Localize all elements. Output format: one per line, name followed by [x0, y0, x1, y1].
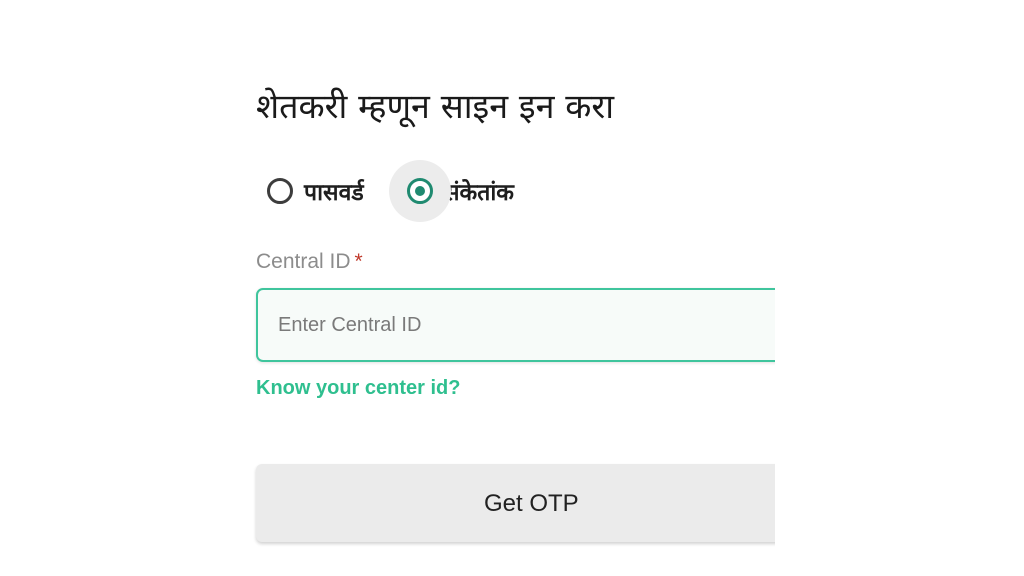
sign-in-screen: शेतकरी म्हणून साइन इन करा पासवर्ड संकेता…: [0, 0, 1024, 576]
radio-option-password[interactable]: पासवर्ड: [262, 160, 364, 222]
know-center-id-link[interactable]: Know your center id?: [256, 377, 460, 400]
radio-code-control[interactable]: [389, 160, 451, 222]
radio-selected-dot: [415, 186, 425, 196]
central-id-input-box[interactable]: [256, 288, 775, 362]
get-otp-label: Get OTP: [484, 490, 579, 517]
page-title: शेतकरी म्हणून साइन इन करा: [256, 87, 615, 127]
central-id-label: Central ID *: [256, 250, 363, 274]
radio-password-control[interactable]: [262, 173, 298, 209]
radio-unchecked-icon: [267, 178, 293, 204]
radio-checked-icon: [407, 178, 433, 204]
radio-option-code[interactable]: संकेतांक: [389, 160, 514, 222]
radio-label-password: पासवर्ड: [304, 180, 364, 206]
sign-in-form: शेतकरी म्हणून साइन इन करा पासवर्ड संकेता…: [0, 0, 775, 576]
radio-label-code: संकेतांक: [444, 180, 514, 206]
get-otp-button[interactable]: Get OTP: [256, 464, 775, 542]
required-asterisk: *: [354, 250, 363, 273]
central-id-label-text: Central ID: [256, 250, 351, 273]
central-id-input[interactable]: [278, 290, 758, 360]
